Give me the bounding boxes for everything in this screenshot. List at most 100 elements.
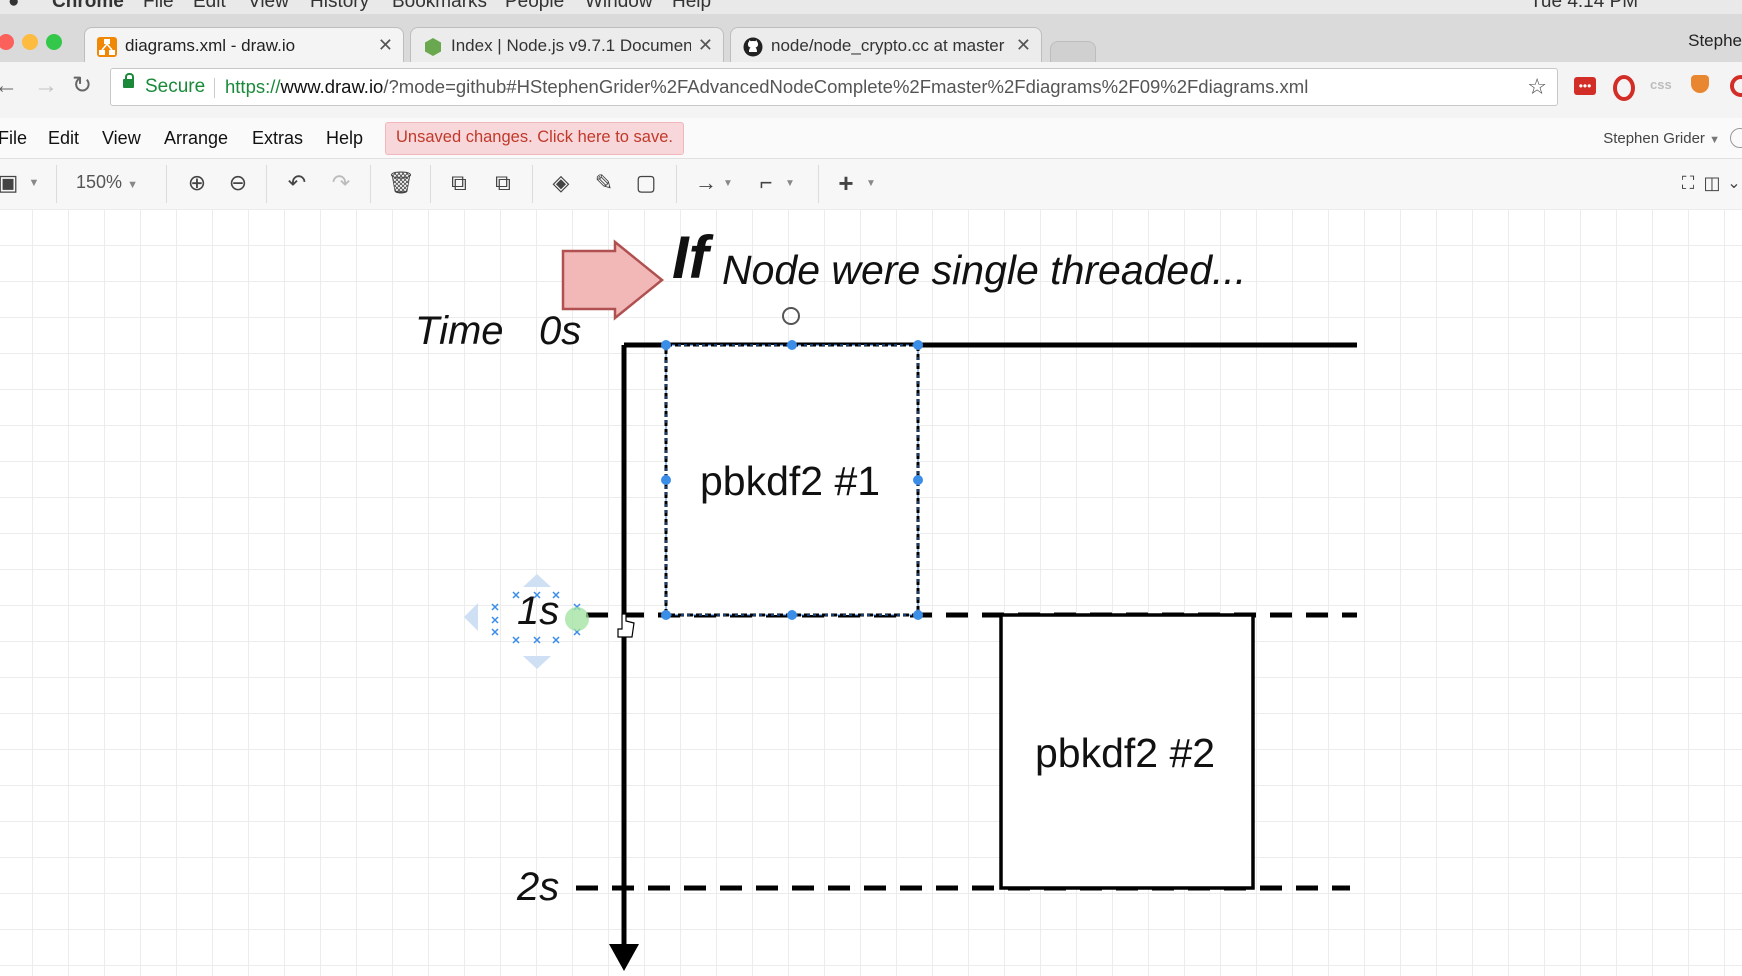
tab-drawio[interactable]: diagrams.xml - draw.io ✕ <box>84 27 404 63</box>
fill-color-icon[interactable]: ◈ <box>545 167 577 199</box>
menu-help[interactable]: Help <box>326 128 363 149</box>
diagram-shapes <box>464 239 1357 971</box>
menu-extras[interactable]: Extras <box>252 128 303 149</box>
connection-point <box>491 603 499 611</box>
undo-icon[interactable]: ↶ <box>281 167 313 199</box>
delete-icon[interactable]: 🗑 <box>385 167 417 199</box>
zoom-select[interactable]: 150% ▼ <box>76 172 138 193</box>
toolbar-separator <box>266 165 267 203</box>
profile-name[interactable]: Stephe <box>1688 31 1742 51</box>
user-name: Stephen Grider <box>1603 130 1705 147</box>
fox-icon[interactable] <box>1691 75 1709 93</box>
chevron-down-icon[interactable]: ▼ <box>855 167 887 199</box>
toolbar-separator <box>532 165 533 203</box>
mac-menu-view[interactable]: View <box>248 0 289 13</box>
tab-close-icon[interactable]: ✕ <box>698 35 713 56</box>
drawio-toolbar: ▣ ▼ 150% ▼ ⊕ ⊖ ↶ ↷ 🗑 ⧉ ⧉ ◈ ✎ ▢ → ▼ ⌐ ▼ +… <box>0 158 1742 210</box>
apple-icon[interactable]: ● <box>8 0 19 13</box>
box-pbkdf2-1-label[interactable]: pbkdf2 #1 <box>700 458 880 505</box>
menu-edit[interactable]: Edit <box>48 128 79 149</box>
hover-connection-point <box>565 607 589 631</box>
hover-arrow-up <box>523 574 551 587</box>
diagram-canvas[interactable]: If Node were single threaded... Time 0s … <box>0 209 1742 976</box>
omnibox[interactable]: Secure https://www.draw.io/?mode=github#… <box>110 68 1558 106</box>
mac-menu-history[interactable]: History <box>310 0 369 13</box>
mac-menu-help[interactable]: Help <box>672 0 711 13</box>
drawio-icon <box>97 37 117 57</box>
drawio-menu-bar: File Edit View Arrange Extras Help Unsav… <box>0 118 1742 158</box>
toolbar-separator <box>676 165 677 203</box>
mac-menu-people[interactable]: People <box>505 0 564 13</box>
rotate-handle <box>782 307 800 325</box>
line-color-icon[interactable]: ✎ <box>588 167 620 199</box>
time-label[interactable]: Time <box>415 309 504 354</box>
connection-point <box>552 636 560 644</box>
chevron-down-icon[interactable]: ▼ <box>18 167 50 199</box>
connection-point <box>491 628 499 636</box>
chevron-down-icon[interactable]: ▼ <box>774 167 806 199</box>
forward-icon[interactable]: → <box>34 72 58 100</box>
selection-handle <box>787 340 797 350</box>
mac-app-name[interactable]: Chrome <box>52 0 124 13</box>
mac-menu-edit[interactable]: Edit <box>193 0 226 13</box>
selection-handle <box>913 610 923 620</box>
chevron-down-icon[interactable]: ▼ <box>712 167 744 199</box>
reload-icon[interactable]: ↻ <box>72 71 92 100</box>
tab-nodejs-docs[interactable]: Index | Node.js v9.7.1 Documentation ✕ <box>410 27 724 63</box>
box-pbkdf2-2-label[interactable]: pbkdf2 #2 <box>1035 730 1215 777</box>
css-icon[interactable]: css <box>1650 77 1672 92</box>
mac-menu-window[interactable]: Window <box>585 0 653 13</box>
url-path: /?mode=github#HStephenGrider%2FAdvancedN… <box>383 76 1309 97</box>
chevron-down-icon: ▼ <box>127 179 138 191</box>
address-row: ← → ↻ Secure https://www.draw.io/?mode=g… <box>0 62 1742 119</box>
mac-menu-bar: ● Chrome File Edit View History Bookmark… <box>0 0 1742 15</box>
to-back-icon[interactable]: ⧉ <box>487 167 519 199</box>
zoom-out-icon[interactable]: ⊖ <box>222 167 254 199</box>
collapse-icon[interactable]: ⌄ <box>1718 167 1742 199</box>
connection-point <box>491 616 499 624</box>
github-icon <box>743 37 763 57</box>
hover-arrow-left <box>464 603 478 631</box>
menu-view[interactable]: View <box>102 128 141 149</box>
menu-file[interactable]: File <box>0 128 27 149</box>
zoom-value: 150% <box>76 172 123 192</box>
extension-icon[interactable] <box>1730 75 1742 97</box>
mac-menu-bookmarks[interactable]: Bookmarks <box>392 0 487 13</box>
redo-icon[interactable]: ↷ <box>325 167 357 199</box>
url-host: www.draw.io <box>280 76 384 97</box>
window-zoom-button[interactable] <box>46 34 62 50</box>
mac-menu-file[interactable]: File <box>143 0 174 13</box>
tab-close-icon[interactable]: ✕ <box>378 35 393 56</box>
user-menu[interactable]: Stephen Grider ▼ <box>1603 130 1720 147</box>
heading-if[interactable]: If <box>672 223 709 292</box>
connection-point <box>512 636 520 644</box>
heading-text[interactable]: Node were single threaded... <box>722 247 1246 294</box>
time-2s-label[interactable]: 2s <box>517 865 559 910</box>
selection-handle <box>913 340 923 350</box>
unsaved-changes-button[interactable]: Unsaved changes. Click here to save. <box>385 122 684 155</box>
window-minimize-button[interactable] <box>22 34 38 50</box>
mac-clock[interactable]: Tue 4:14 PM <box>1530 0 1638 13</box>
toolbar-separator <box>370 165 371 203</box>
menu-arrange[interactable]: Arrange <box>164 128 228 149</box>
toolbar-separator <box>430 165 431 203</box>
globe-icon[interactable] <box>1730 128 1742 148</box>
zoom-in-icon[interactable]: ⊕ <box>181 167 213 199</box>
back-icon[interactable]: ← <box>0 72 18 100</box>
selection-handle <box>787 610 797 620</box>
time-0s-label[interactable]: 0s <box>539 309 581 354</box>
to-front-icon[interactable]: ⧉ <box>443 167 475 199</box>
opera-icon[interactable] <box>1613 75 1635 101</box>
toolbar-separator <box>56 165 57 203</box>
tab-github[interactable]: node/node_crypto.cc at master ✕ <box>730 27 1042 63</box>
shadow-icon[interactable]: ▢ <box>630 167 662 199</box>
lock-icon <box>123 73 134 88</box>
url-text[interactable]: https://www.draw.io/?mode=github#HStephe… <box>225 76 1308 98</box>
lastpass-icon[interactable]: ••• <box>1574 77 1596 95</box>
tab-close-icon[interactable]: ✕ <box>1016 35 1031 56</box>
star-icon[interactable]: ☆ <box>1527 74 1547 100</box>
hover-arrow-down <box>523 656 551 669</box>
pointer-arrow-shape <box>561 239 664 321</box>
new-tab-button[interactable] <box>1050 41 1096 63</box>
time-1s-label[interactable]: 1s <box>517 589 559 634</box>
